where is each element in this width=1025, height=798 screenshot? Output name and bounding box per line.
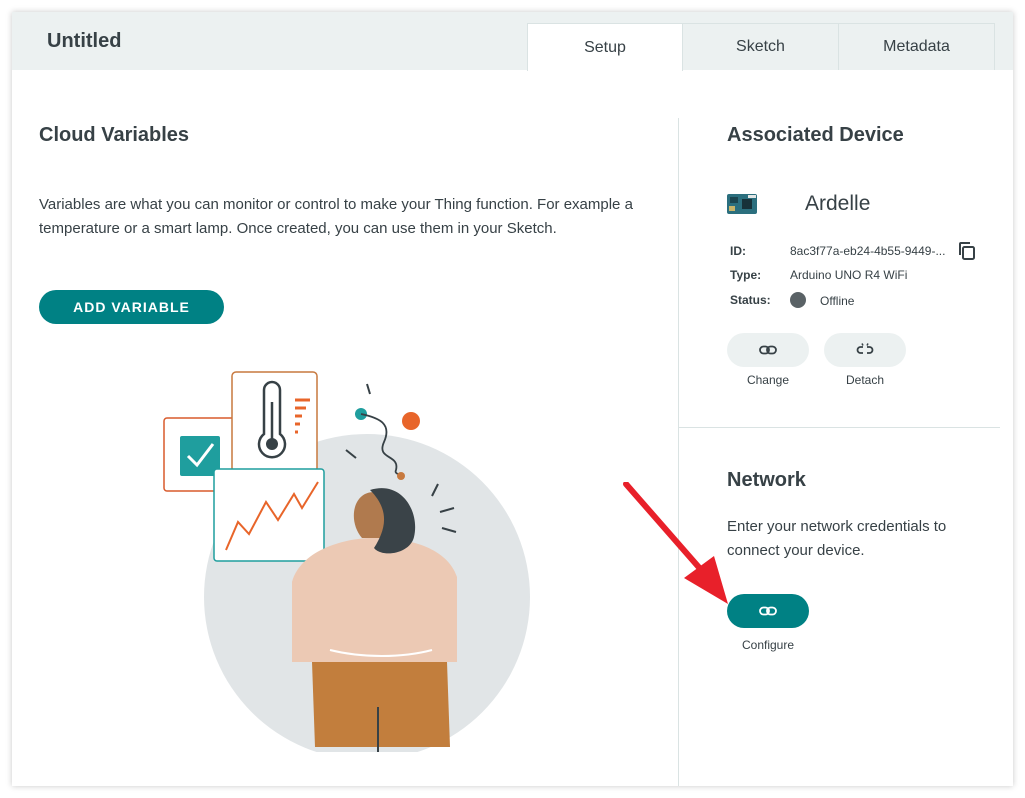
device-name: Ardelle [805, 192, 871, 215]
tab-bar: Setup Sketch Metadata [527, 23, 995, 71]
status-value: Offline [820, 294, 855, 308]
unlink-icon [856, 343, 874, 354]
board-icon [727, 194, 757, 214]
tab-setup[interactable]: Setup [527, 23, 683, 71]
person-torso [292, 537, 457, 662]
network-description: Enter your network credentials to connec… [727, 518, 947, 559]
tab-metadata[interactable]: Metadata [839, 23, 995, 70]
cloud-variables-description: Variables are what you can monitor or co… [39, 196, 633, 237]
thing-title[interactable]: Untitled [47, 30, 121, 53]
detach-device-button[interactable] [824, 333, 906, 367]
status-label: Status: [730, 293, 771, 307]
header-bar: Untitled Setup Sketch Metadata [12, 12, 1013, 71]
add-variable-button[interactable]: ADD VARIABLE [39, 290, 224, 324]
link-icon [759, 606, 777, 616]
tab-sketch[interactable]: Sketch [683, 23, 839, 70]
copy-icon[interactable] [957, 241, 977, 261]
chart-card [213, 468, 325, 562]
section-divider [679, 427, 1000, 428]
id-value: 8ac3f77a-eb24-4b55-9449-... [790, 244, 946, 258]
id-label: ID: [730, 244, 746, 258]
person-skirt [312, 662, 450, 747]
status-indicator [790, 292, 806, 308]
type-label: Type: [730, 268, 762, 282]
type-value: Arduino UNO R4 WiFi [790, 268, 908, 282]
detach-device-label: Detach [845, 373, 885, 387]
thing-setup-card: Untitled Setup Sketch Metadata Cloud Var… [12, 12, 1013, 786]
associated-device-title: Associated Device [727, 124, 904, 146]
annotation-arrow [623, 482, 728, 604]
change-device-button[interactable] [727, 333, 809, 367]
link-icon [759, 345, 777, 355]
cloud-variables-title: Cloud Variables [39, 124, 190, 146]
change-device-label: Change [746, 373, 790, 387]
column-divider [678, 118, 679, 786]
configure-network-label: Configure [741, 638, 795, 652]
empty-state-illustration [163, 371, 530, 752]
